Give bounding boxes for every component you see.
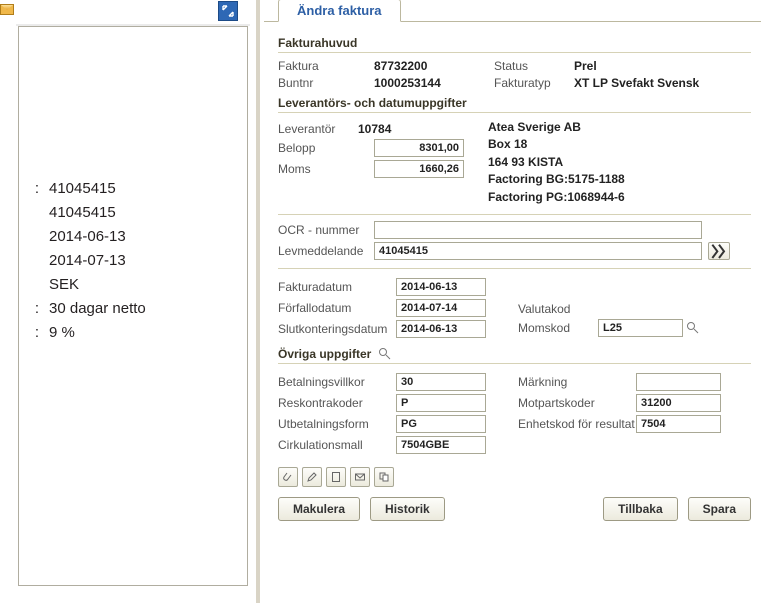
section-fakturahuvud: Fakturahuvud [278,36,751,53]
levmeddelande-input[interactable] [374,242,702,260]
doc-preview-row: 41045415 [27,201,239,225]
supplier-name: Atea Sverige AB [488,119,751,136]
doc-preview-row: 2014-06-13 [27,225,239,249]
markning-input[interactable] [636,373,721,391]
status-label: Status [494,59,574,73]
paperclip-icon [282,471,294,483]
left-pane: :41045415410454152014-06-132014-07-13SEK… [0,0,260,603]
slutkonteringsdatum-label: Slutkonteringsdatum [278,322,396,336]
momskod-input[interactable] [598,319,683,337]
expand-arrows-icon [222,5,234,17]
attach-button[interactable] [278,467,298,487]
fakturatyp-label: Fakturatyp [494,76,574,90]
momskod-label: Momskod [518,321,598,335]
forfallodatum-input[interactable] [396,299,486,317]
ocr-label: OCR - nummer [278,223,374,237]
supplier-address: Atea Sverige AB Box 18 164 93 KISTA Fact… [488,119,751,206]
valutakod-label: Valutakod [518,302,598,316]
copy-icon [378,471,390,483]
tillbaka-button[interactable]: Tillbaka [603,497,677,521]
fakturadatum-input[interactable] [396,278,486,296]
document-icon [330,471,342,483]
email-button[interactable] [350,467,370,487]
levmeddelande-label: Levmeddelande [278,244,374,258]
section-ovriga-label: Övriga uppgifter [278,347,371,361]
makulera-button[interactable]: Makulera [278,497,360,521]
double-chevron-right-icon [709,243,729,260]
leverantor-value: 10784 [358,122,391,136]
doc-preview-row: :41045415 [27,177,239,201]
betalningsvillkor-label: Betalningsvillkor [278,375,396,389]
envelope-icon [0,4,14,15]
copy-button[interactable] [374,467,394,487]
fakturatyp-value: XT LP Svefakt Svensk [574,76,751,90]
doc-preview-row: :30 dagar netto [27,297,239,321]
utbetalningsform-label: Utbetalningsform [278,417,396,431]
icon-toolbar [278,467,751,487]
faktura-label: Faktura [278,59,374,73]
expand-icon-button[interactable] [218,1,238,21]
doc-preview-row: 2014-07-13 [27,249,239,273]
enhetskod-input[interactable] [636,415,721,433]
utbetalningsform-input[interactable] [396,415,486,433]
cirkulationsmall-label: Cirkulationsmall [278,438,396,452]
status-value: Prel [574,59,751,73]
section-leverantor: Leverantörs- och datumuppgifter [278,96,751,113]
spara-button[interactable]: Spara [688,497,751,521]
moms-input[interactable] [374,160,464,178]
forfallodatum-label: Förfallodatum [278,301,396,315]
fakturadatum-label: Fakturadatum [278,280,396,294]
enhetskod-label: Enhetskod för resultat [518,417,636,431]
reskontrakoder-input[interactable] [396,394,486,412]
leverantor-label: Leverantör [278,122,358,136]
belopp-input[interactable] [374,139,464,157]
belopp-label: Belopp [278,141,374,155]
buntnr-value: 1000253144 [374,76,494,90]
buntnr-label: Buntnr [278,76,374,90]
document-preview: :41045415410454152014-06-132014-07-13SEK… [18,26,248,586]
motpartskoder-input[interactable] [636,394,721,412]
supplier-bg: Factoring BG:5175-1188 [488,171,751,188]
form-pane: Ändra faktura Fakturahuvud Faktura 87732… [264,0,761,603]
tab-bar: Ändra faktura [264,0,761,22]
faktura-value: 87732200 [374,59,494,73]
ovriga-search-button[interactable] [378,347,391,360]
ocr-input[interactable] [374,221,702,239]
historik-button[interactable]: Historik [370,497,445,521]
new-document-button[interactable] [326,467,346,487]
doc-preview-row: SEK [27,273,239,297]
cirkulationsmall-input[interactable] [396,436,486,454]
envelope-icon [354,471,366,483]
betalningsvillkor-input[interactable] [396,373,486,391]
edit-button[interactable] [302,467,322,487]
supplier-addr2: 164 93 KISTA [488,154,751,171]
section-ovriga: Övriga uppgifter [278,347,751,364]
moms-label: Moms [278,162,374,176]
pencil-icon [306,471,318,483]
levmeddelande-expand-button[interactable] [708,242,730,260]
supplier-addr1: Box 18 [488,136,751,153]
tab-andra-faktura[interactable]: Ändra faktura [278,0,401,22]
markning-label: Märkning [518,375,636,389]
reskontrakoder-label: Reskontrakoder [278,396,396,410]
supplier-pg: Factoring PG:1068944-6 [488,189,751,206]
slutkonteringsdatum-input[interactable] [396,320,486,338]
motpartskoder-label: Motpartskoder [518,396,636,410]
doc-preview-row: :9 % [27,321,239,345]
momskod-search-button[interactable] [686,321,699,334]
